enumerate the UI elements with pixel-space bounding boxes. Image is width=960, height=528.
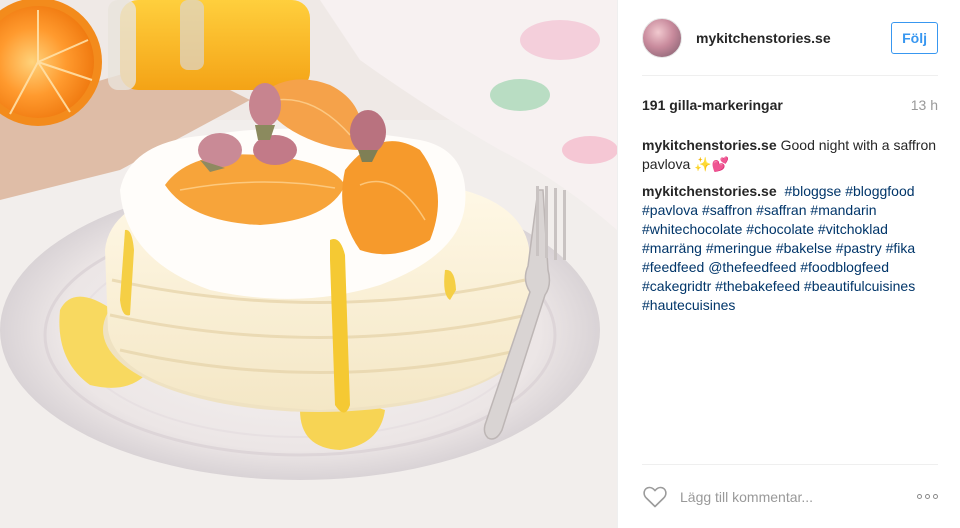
likes-count[interactable]: 191 gilla-markeringar [642,97,783,113]
comment-author-link[interactable]: mykitchenstories.se [642,137,777,153]
caption-comment: mykitchenstories.se Good night with a saf… [642,136,938,174]
follow-button[interactable]: Följ [891,21,938,54]
hashtag-link[interactable]: #meringue [706,240,772,256]
hashtag-link[interactable]: #thebakefeed [715,278,800,294]
heart-outline-icon [643,486,667,507]
hashtag-link[interactable]: #bloggfood [845,183,914,199]
post-timestamp[interactable]: 13 h [911,97,938,113]
hashtag-link[interactable]: #pavlova [642,202,698,218]
hashtag-link[interactable]: #cakegridtr [642,278,711,294]
post-side-panel: mykitchenstories.se Följ 191 gilla-marke… [617,0,960,528]
more-options-icon [933,494,938,499]
comment-author-link[interactable]: mykitchenstories.se [642,183,777,199]
hashtag-list: #bloggse #bloggfood #pavlova #saffron #s… [642,183,915,313]
hashtag-link[interactable]: #bloggse [785,183,842,199]
username-link[interactable]: mykitchenstories.se [696,30,831,46]
hashtag-link[interactable]: #fika [886,240,916,256]
more-options-icon [917,494,922,499]
hashtag-link[interactable]: #beautifulcuisines [804,278,915,294]
hashtag-comment: mykitchenstories.se #bloggse #bloggfood … [642,182,938,315]
hashtag-link[interactable]: #saffran [756,202,806,218]
hashtag-link[interactable]: #hautecuisines [642,297,735,313]
more-options-button[interactable] [912,485,938,509]
avatar[interactable] [642,17,682,58]
hashtag-link[interactable]: #marräng [642,240,702,256]
comment-bar [642,464,938,528]
hashtag-link[interactable]: #bakelse [776,240,832,256]
hashtag-link[interactable]: #chocolate [746,221,814,237]
caption-emoji: ✨💕 [694,156,730,172]
pavlova-photo [0,0,617,528]
comment-input[interactable] [680,488,912,505]
hashtag-link[interactable]: #pastry [836,240,882,256]
hashtag-link[interactable]: #whitechocolate [642,221,742,237]
like-button[interactable] [642,485,668,509]
likes-row: 191 gilla-markeringar 13 h [642,97,938,113]
hashtag-link[interactable]: @thefeedfeed [708,259,796,275]
hashtag-link[interactable]: #mandarin [810,202,876,218]
comments-list: mykitchenstories.se Good night with a saf… [642,136,938,323]
hashtag-link[interactable]: #vitchoklad [818,221,888,237]
instagram-post: mykitchenstories.se Följ 191 gilla-marke… [0,0,960,528]
post-photo[interactable] [0,0,617,528]
hashtag-link[interactable]: #feedfeed [642,259,704,275]
hashtag-link[interactable]: #saffron [702,202,752,218]
more-options-icon [925,494,930,499]
post-header: mykitchenstories.se Följ [642,0,938,76]
hashtag-link[interactable]: #foodblogfeed [800,259,889,275]
